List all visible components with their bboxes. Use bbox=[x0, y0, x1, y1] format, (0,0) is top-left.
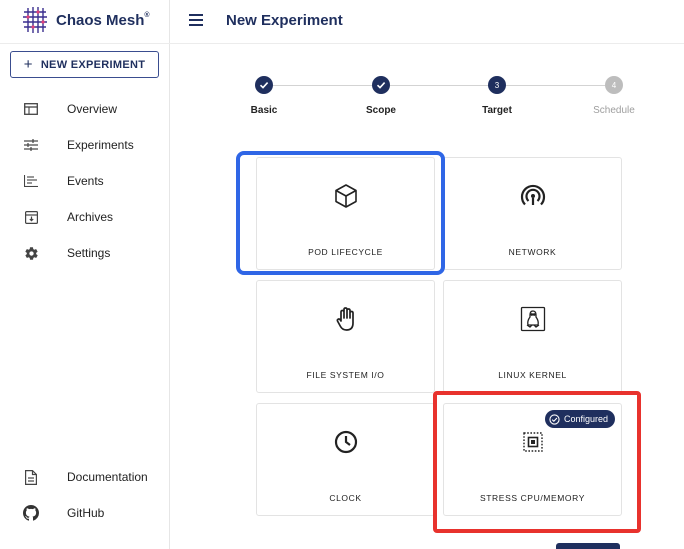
step-label: Scope bbox=[365, 105, 396, 116]
sidebar-item-experiments[interactable]: Experiments bbox=[0, 131, 170, 159]
sidebar-item-github[interactable]: GitHub bbox=[0, 499, 170, 527]
target-card-label: POD LIFECYCLE bbox=[308, 247, 383, 257]
cpu-icon bbox=[444, 429, 621, 455]
sidebar-item-overview[interactable]: Overview bbox=[0, 95, 170, 123]
page-title: New Experiment bbox=[226, 12, 343, 29]
menu-icon[interactable] bbox=[189, 14, 203, 26]
sidebar-item-label: Overview bbox=[67, 102, 118, 116]
target-card-label: STRESS CPU/MEMORY bbox=[480, 493, 585, 503]
step-target[interactable]: 3 Target bbox=[457, 76, 537, 116]
check-circle-icon bbox=[549, 413, 560, 425]
step-schedule[interactable]: 4 Schedule bbox=[574, 76, 654, 116]
brand-logo[interactable]: Chaos Mesh® bbox=[20, 6, 150, 34]
target-card-pod-lifecycle[interactable]: POD LIFECYCLE bbox=[256, 157, 435, 270]
document-icon bbox=[23, 469, 39, 485]
step-label: Basic bbox=[250, 105, 278, 116]
app-header: New Experiment bbox=[170, 0, 684, 44]
step-number: 3 bbox=[488, 76, 506, 94]
step-label: Target bbox=[482, 105, 512, 116]
clock-icon bbox=[257, 429, 434, 455]
configured-badge: Configured bbox=[544, 410, 615, 428]
step-basic[interactable]: Basic bbox=[224, 76, 304, 116]
step-label: Schedule bbox=[593, 105, 635, 116]
sidebar-item-archives[interactable]: Archives bbox=[0, 203, 170, 231]
sidebar-item-settings[interactable]: Settings bbox=[0, 239, 170, 267]
new-experiment-button[interactable]: + NEW EXPERIMENT bbox=[10, 51, 159, 78]
check-icon bbox=[255, 76, 273, 94]
gear-icon bbox=[23, 245, 39, 261]
experiments-icon bbox=[23, 137, 39, 153]
sidebar: Chaos Mesh® + NEW EXPERIMENT Overview Ex… bbox=[0, 0, 170, 549]
target-card-label: CLOCK bbox=[329, 493, 362, 503]
step-number: 4 bbox=[605, 76, 623, 94]
overview-icon bbox=[23, 101, 39, 117]
sidebar-item-label: Documentation bbox=[67, 470, 148, 484]
check-icon bbox=[372, 76, 390, 94]
target-card-label: NETWORK bbox=[508, 247, 557, 257]
cube-icon bbox=[257, 183, 434, 209]
linux-icon bbox=[444, 306, 621, 332]
plus-icon: + bbox=[23, 56, 33, 73]
sidebar-item-documentation[interactable]: Documentation bbox=[0, 463, 170, 491]
next-button[interactable] bbox=[556, 543, 620, 549]
sidebar-item-label: Archives bbox=[67, 210, 114, 224]
target-card-linux-kernel[interactable]: LINUX KERNEL bbox=[443, 280, 622, 393]
target-card-stress-cpu-memory[interactable]: Configured STRESS CPU/MEMORY bbox=[443, 403, 622, 516]
events-icon bbox=[23, 173, 39, 189]
target-card-label: LINUX KERNEL bbox=[498, 370, 567, 380]
archives-icon bbox=[23, 209, 39, 225]
sidebar-item-label: Settings bbox=[67, 246, 111, 260]
sidebar-item-label: Events bbox=[67, 174, 104, 188]
brand-name: Chaos Mesh® bbox=[56, 11, 150, 29]
signal-icon bbox=[444, 183, 621, 209]
hand-icon bbox=[257, 306, 434, 332]
github-icon bbox=[23, 505, 39, 521]
step-scope[interactable]: Scope bbox=[341, 76, 421, 116]
new-experiment-label: NEW EXPERIMENT bbox=[40, 58, 146, 71]
configured-badge-label: Configured bbox=[563, 414, 608, 424]
target-card-network[interactable]: NETWORK bbox=[443, 157, 622, 270]
target-card-clock[interactable]: CLOCK bbox=[256, 403, 435, 516]
chaos-mesh-logo-icon bbox=[23, 7, 47, 33]
divider bbox=[0, 43, 170, 44]
target-card-label: FILE SYSTEM I/O bbox=[306, 370, 385, 380]
sidebar-item-label: Experiments bbox=[67, 138, 134, 152]
target-card-file-system-io[interactable]: FILE SYSTEM I/O bbox=[256, 280, 435, 393]
sidebar-item-label: GitHub bbox=[67, 506, 105, 520]
sidebar-item-events[interactable]: Events bbox=[0, 167, 170, 195]
